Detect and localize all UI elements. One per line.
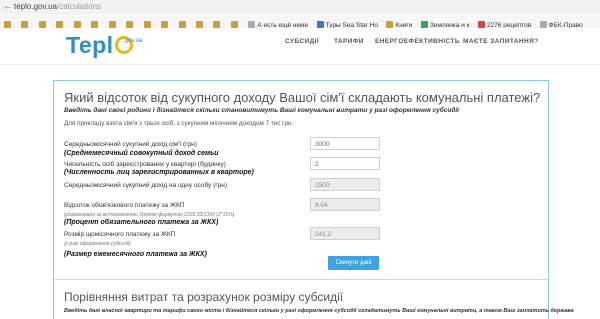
bookmark-icon [386, 21, 394, 28]
bookmark-icon [195, 21, 203, 28]
bookmark-icon [477, 21, 485, 28]
bookmark-icon [56, 21, 64, 28]
monthly-payment-annotation: (Размер ежемесячного платежа за ЖКХ) [64, 251, 207, 258]
nav-questions[interactable]: МАЄТЕ ЗАПИТАННЯ? [463, 38, 539, 45]
bookmark-icon [73, 21, 81, 28]
payment-percent-label: Відсоток обов'язкового платежу за ЖКП [64, 202, 185, 209]
calculator-example: Для прикладу взята сім'я з трьох осіб, з… [64, 120, 294, 127]
income-annotation: (Среднемесячный совокупный доход семьи [64, 150, 219, 157]
bookmark-icon [248, 21, 256, 28]
monthly-payment-label: Розмір щомісячного платежу за ЖКП [64, 231, 176, 238]
bookmark-icon [21, 21, 29, 28]
url-text[interactable]: teplo.gov.ua/calculations [14, 2, 101, 11]
bookmark-icon [213, 21, 221, 28]
persons-input[interactable]: 2 [310, 157, 380, 170]
bookmark-icon [126, 21, 134, 28]
persons-annotation: (Численность лиц зарегистрированных в кв… [64, 169, 254, 176]
bookmark-icon [178, 21, 186, 28]
site-logo[interactable]: Tepl [66, 32, 133, 59]
section-divider [54, 279, 548, 280]
calculator-instruction: Введіть дані своєї родини і дізнайтеся с… [64, 107, 459, 114]
browser-address-bar[interactable]: ← teplo.gov.ua/calculations [0, 0, 600, 15]
bookmark-icon [38, 21, 46, 28]
bookmark-icon [161, 21, 169, 28]
bookmark-icon [91, 21, 99, 28]
monthly-payment-field: 241.2 [310, 227, 380, 240]
bookmark-icon [316, 21, 324, 28]
nav-subsidies[interactable]: СУБСИДІЇ [285, 38, 319, 45]
logo-domain: .gov.ua [123, 38, 143, 44]
payment-percent-annotation: (Процент обязательного платежа за ЖКХ) [64, 219, 219, 226]
site-header: Tepl .gov.ua СУБСИДІЇ ТАРИФИ ЕНЕРГОЕФЕКТ… [0, 28, 600, 65]
calculator-title: Який відсоток від сукупного доходу Вашої… [64, 90, 541, 105]
payment-percent-field: 8.04 [310, 198, 380, 211]
monthly-payment-sublabel: (у разі оформлення субсидії) [64, 241, 131, 247]
bookmark-icon [539, 21, 547, 28]
bookmark-icon [143, 21, 151, 28]
bookmark-icon [108, 21, 116, 28]
calculator-card: Який відсоток від сукупного доходу Вашої… [53, 80, 574, 319]
income-input[interactable]: 3000 [310, 137, 380, 150]
persons-label: Чисельність осіб зареєстрованих у кварти… [64, 161, 226, 168]
income-label: Середньомісячний сукупний дохід сім'ї (г… [64, 141, 197, 148]
payment-percent-formula: (розраховано за встановленою Урядом форм… [64, 212, 235, 218]
bookmark-icon [420, 21, 428, 28]
nav-tariffs[interactable]: ТАРИФИ [334, 38, 364, 45]
back-icon[interactable]: ← [3, 1, 13, 12]
per-person-income-label: Середньомісячний сукупний дохід на одну … [64, 182, 227, 189]
per-person-income-field: 1500 [310, 178, 380, 191]
comparison-title: Порівняння витрат та розрахунок розміру … [64, 290, 344, 304]
reset-button[interactable]: Скинути дані [328, 256, 379, 270]
bookmark-icon [230, 21, 238, 28]
comparison-instruction: Введіть дані власної квартири та тарифи … [64, 308, 574, 314]
bookmark-icon [4, 21, 11, 28]
bookmarks-bar: А есть ещё неме Туры Sea Star Ho Книги З… [0, 14, 600, 29]
nav-energy-efficiency[interactable]: ЕНЕРГОЕФЕКТИВНІСТЬ [375, 38, 460, 45]
